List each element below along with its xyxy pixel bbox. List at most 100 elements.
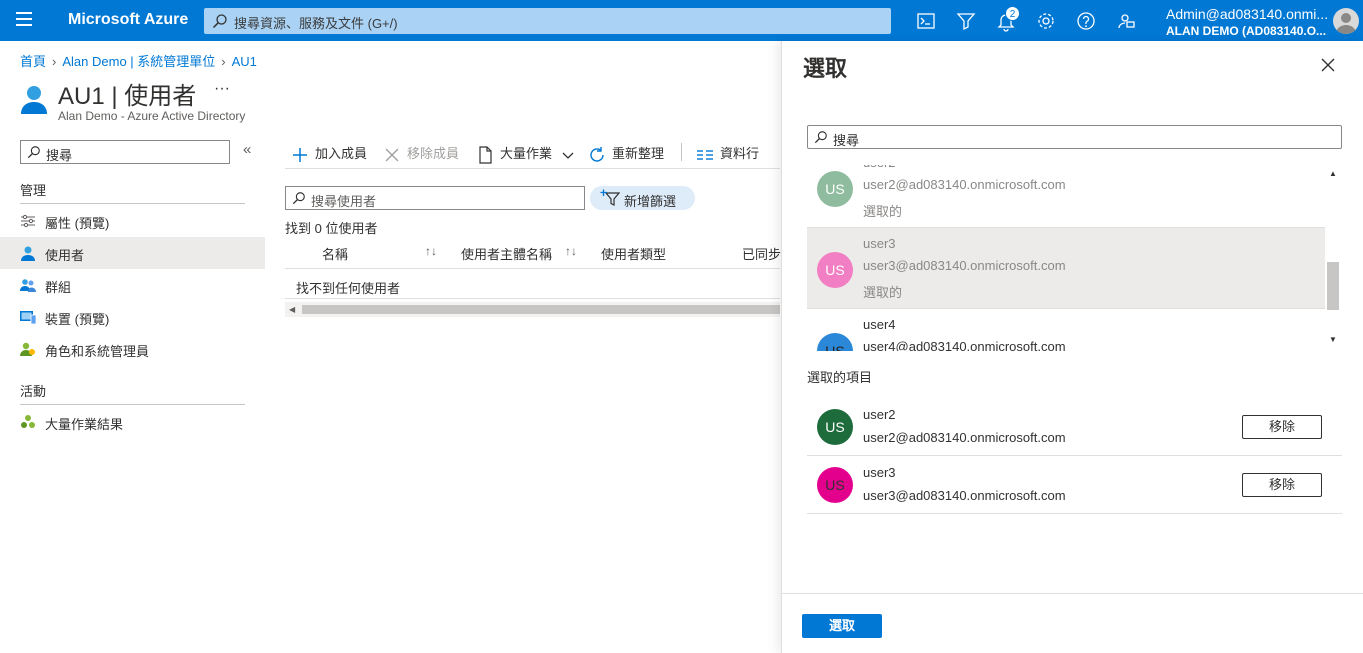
bulk-operations-button[interactable]: 大量作業: [476, 143, 574, 164]
column-header-name[interactable]: 名稱: [322, 244, 348, 263]
selected-email: user3@ad083140.onmicrosoft.com: [863, 488, 1066, 503]
directory-filter-icon[interactable]: [955, 10, 977, 32]
close-icon[interactable]: [1320, 57, 1336, 73]
breadcrumb-au1[interactable]: AU1: [232, 54, 257, 69]
result-email: user4@ad083140.onmicrosoft.com: [863, 339, 1066, 351]
command-divider: [681, 143, 682, 161]
add-filter-label: 新增篩選: [624, 194, 677, 209]
chevron-right-icon: ›: [52, 54, 57, 69]
panel-search-placeholder: 搜尋: [833, 133, 860, 148]
avatar-person-icon: [1336, 13, 1356, 34]
columns-button[interactable]: 資料行: [696, 143, 759, 164]
sidebar-item-label: 屬性 (預覽): [45, 216, 110, 231]
column-upn-label: 使用者主體名稱: [461, 247, 553, 262]
chevron-down-icon: [562, 152, 574, 159]
menu-icon[interactable]: [16, 12, 32, 28]
selected-name: user3: [863, 465, 896, 480]
global-search-placeholder: 搜尋資源、服務及文件 (G+/): [234, 16, 398, 31]
group-icon: [20, 279, 36, 292]
user-icon: [21, 246, 35, 261]
help-icon[interactable]: [1075, 10, 1097, 32]
user-search-placeholder: 搜尋使用者: [311, 194, 377, 209]
sidebar-item-groups[interactable]: 群組: [0, 269, 265, 301]
section-divider: [20, 404, 245, 405]
sidebar-item-label: 使用者: [45, 248, 85, 263]
sidebar-item-bulk-results[interactable]: 大量作業結果: [0, 406, 265, 438]
feedback-icon[interactable]: [1115, 10, 1137, 32]
collapse-sidebar-icon[interactable]: «: [243, 141, 251, 158]
breadcrumb-home[interactable]: 首頁: [20, 54, 46, 69]
panel-search-input[interactable]: 搜尋: [807, 125, 1342, 149]
document-icon: [479, 145, 492, 164]
refresh-button[interactable]: 重新整理: [588, 143, 664, 164]
more-options-icon[interactable]: ···: [214, 80, 230, 98]
column-name-label: 名稱: [322, 247, 349, 262]
user-search-input[interactable]: 搜尋使用者: [285, 186, 585, 210]
plus-icon: [293, 147, 307, 162]
column-user-type-label: 使用者類型: [601, 247, 667, 262]
selected-items-heading: 選取的項目: [807, 370, 873, 385]
vertical-scrollbar[interactable]: ▲ ▼: [1325, 165, 1342, 351]
column-header-user-type[interactable]: 使用者類型: [601, 244, 666, 263]
result-count: 找到 0 位使用者: [285, 221, 378, 236]
chevron-right-icon: ›: [221, 54, 226, 69]
page-subtitle: Alan Demo - Azure Active Directory: [58, 109, 246, 123]
sidebar-search-input[interactable]: 搜尋: [20, 140, 230, 164]
search-icon: [27, 146, 40, 159]
scroll-left-icon[interactable]: ◀: [289, 305, 295, 314]
device-icon: [20, 311, 36, 325]
remove-button[interactable]: 移除: [1242, 473, 1322, 497]
sort-upn-icon[interactable]: ↑↓: [565, 244, 577, 258]
sidebar-item-label: 群組: [45, 280, 72, 295]
filter-add-icon: [600, 189, 620, 206]
result-status: 選取的: [863, 285, 903, 300]
scroll-up-icon[interactable]: ▲: [1329, 169, 1337, 178]
settings-gear-icon[interactable]: [1035, 10, 1057, 32]
list-item[interactable]: US user2 user2@ad083140.onmicrosoft.com …: [807, 165, 1325, 228]
footer-divider: [782, 593, 1363, 594]
sidebar-item-label: 大量作業結果: [45, 417, 124, 432]
horizontal-scrollbar[interactable]: ◀: [285, 302, 780, 317]
add-filter-button[interactable]: 新增篩選: [590, 186, 695, 210]
sidebar-search-placeholder: 搜尋: [46, 148, 73, 163]
remove-member-label: 移除成員: [407, 146, 460, 161]
remove-button[interactable]: 移除: [1242, 415, 1322, 439]
select-button[interactable]: 選取: [802, 614, 882, 638]
column-header-synced[interactable]: 已同步: [742, 244, 781, 263]
result-status: 選取的: [863, 204, 903, 219]
search-results-list: US user2 user2@ad083140.onmicrosoft.com …: [807, 165, 1342, 351]
selected-email: user2@ad083140.onmicrosoft.com: [863, 430, 1066, 445]
result-name: user3: [863, 236, 896, 251]
remove-member-button[interactable]: 移除成員: [383, 143, 459, 164]
sidebar-item-devices[interactable]: 裝置 (預覽): [0, 301, 265, 333]
cloud-shell-icon[interactable]: [915, 10, 937, 32]
section-manage-heading: 管理: [20, 183, 47, 198]
scroll-down-icon[interactable]: ▼: [1329, 335, 1337, 344]
breadcrumb-admin-unit[interactable]: Alan Demo | 系統管理單位: [62, 54, 215, 69]
sort-name-icon[interactable]: ↑↓: [425, 244, 437, 258]
result-name: user2: [863, 165, 896, 170]
account-email[interactable]: Admin@ad083140.onmi...: [1166, 6, 1328, 22]
account-avatar[interactable]: [1333, 8, 1359, 34]
columns-label: 資料行: [720, 146, 760, 161]
column-synced-label: 已同步: [742, 247, 782, 262]
empty-table-message: 找不到任何使用者: [296, 281, 401, 296]
sidebar-item-users[interactable]: 使用者: [0, 237, 265, 269]
scrollbar-thumb[interactable]: [302, 305, 780, 314]
sidebar-item-roles[interactable]: 角色和系統管理員: [0, 333, 265, 365]
brand-title[interactable]: Microsoft Azure: [68, 11, 188, 29]
add-member-button[interactable]: 加入成員: [291, 143, 367, 164]
sidebar-item-properties[interactable]: 屬性 (預覽): [0, 205, 265, 237]
sidebar-item-label: 角色和系統管理員: [45, 344, 150, 359]
global-search-input[interactable]: 搜尋資源、服務及文件 (G+/): [204, 8, 891, 34]
scrollbar-thumb[interactable]: [1327, 262, 1339, 310]
roles-icon: [20, 342, 35, 356]
selected-item: US user2 user2@ad083140.onmicrosoft.com …: [807, 398, 1342, 456]
column-header-upn[interactable]: 使用者主體名稱: [461, 244, 552, 263]
result-name: user4: [863, 317, 896, 332]
result-email: user3@ad083140.onmicrosoft.com: [863, 258, 1066, 273]
account-tenant[interactable]: ALAN DEMO (AD083140.O...: [1166, 24, 1326, 38]
list-item[interactable]: US user4 user4@ad083140.onmicrosoft.com: [807, 309, 1325, 351]
list-item[interactable]: US user3 user3@ad083140.onmicrosoft.com …: [807, 228, 1325, 309]
selected-name: user2: [863, 407, 896, 422]
